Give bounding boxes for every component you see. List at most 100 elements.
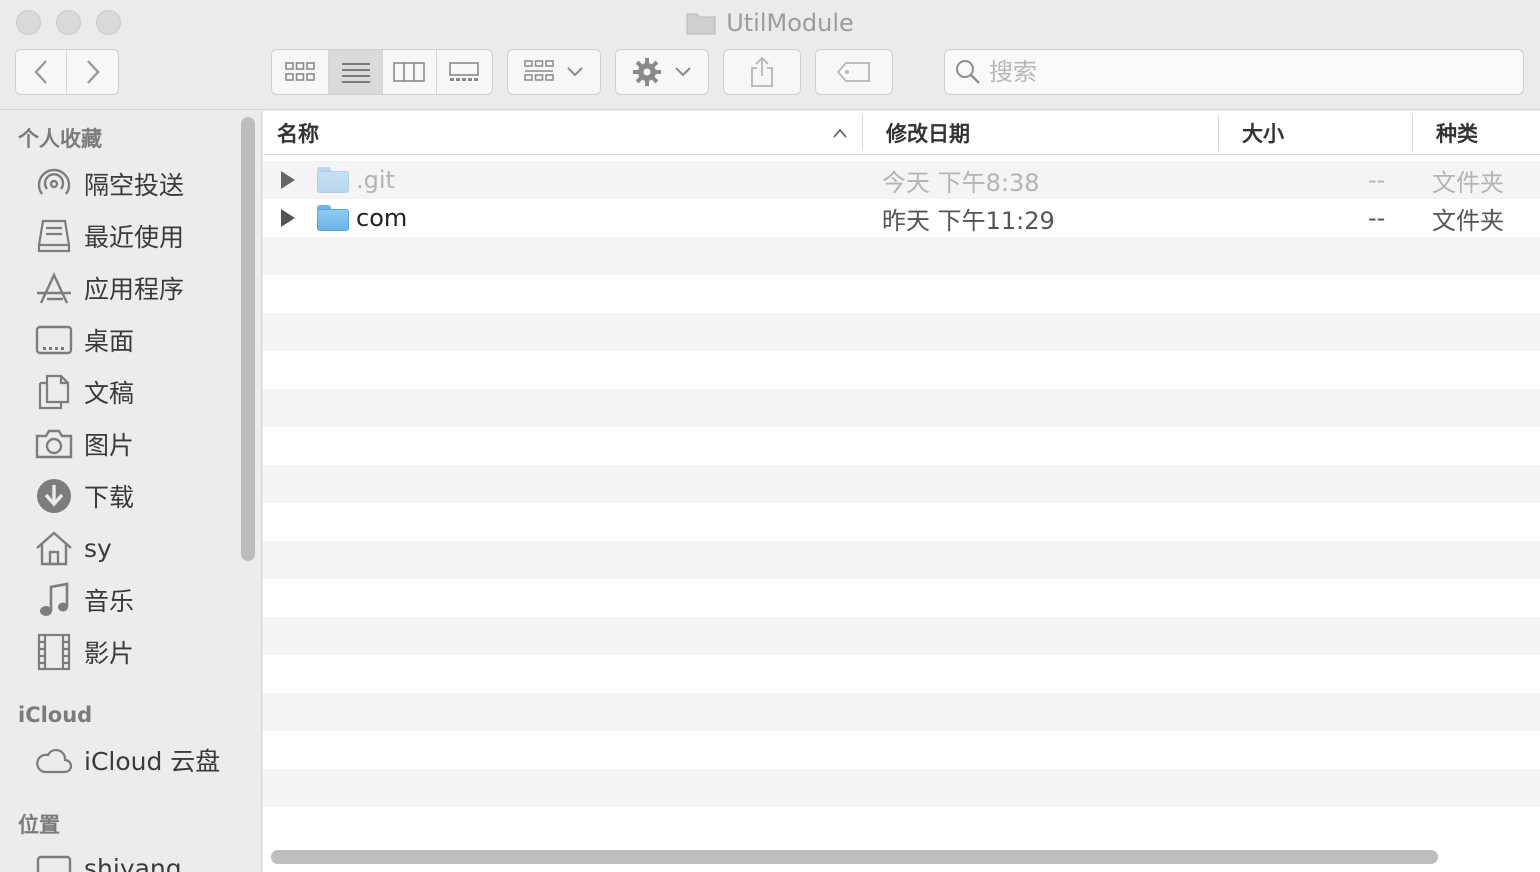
sort-ascending-icon xyxy=(833,128,847,138)
documents-icon xyxy=(38,374,70,410)
search-icon xyxy=(956,60,980,84)
empty-row xyxy=(263,807,1540,845)
sidebar-item-pictures[interactable]: 图片 xyxy=(0,421,240,467)
airdrop-icon xyxy=(37,168,71,195)
sidebar-item-airdrop[interactable]: 隔空投送 xyxy=(0,161,240,207)
sidebar-item-label: sy xyxy=(84,533,112,563)
empty-row xyxy=(263,275,1540,313)
share-button[interactable] xyxy=(723,49,801,95)
film-icon xyxy=(37,633,71,671)
disclosure-triangle-icon[interactable] xyxy=(281,209,295,227)
empty-row xyxy=(263,503,1540,541)
chevron-left-icon xyxy=(34,60,47,84)
column-header-kind-label: 种类 xyxy=(1436,122,1478,146)
empty-row xyxy=(263,769,1540,807)
empty-row xyxy=(263,465,1540,503)
back-button[interactable] xyxy=(16,50,68,94)
desktop-icon xyxy=(35,325,73,355)
disk-icon xyxy=(36,855,72,872)
horizontal-scrollbar[interactable] xyxy=(271,850,1438,864)
empty-row xyxy=(263,351,1540,389)
chevron-down-icon xyxy=(675,67,691,77)
empty-row xyxy=(263,617,1540,655)
table-row[interactable]: com 昨天 下午11:29 -- 文件夹 xyxy=(263,199,1540,237)
music-icon xyxy=(40,582,69,616)
column-header-kind[interactable]: 种类 xyxy=(1436,111,1478,155)
empty-row xyxy=(263,541,1540,579)
sidebar-scrollbar[interactable] xyxy=(241,117,255,561)
column-header-size-label: 大小 xyxy=(1242,122,1284,146)
sidebar-item-label: 图片 xyxy=(84,431,135,460)
window-title-text: UtilModule xyxy=(726,9,854,37)
row-size: -- xyxy=(1368,204,1386,232)
navigation-buttons xyxy=(15,49,119,95)
sidebar-header-locations: 位置 xyxy=(18,813,60,837)
recents-icon xyxy=(37,219,71,253)
sidebar-header-favorites: 个人收藏 xyxy=(18,127,102,151)
row-name: com xyxy=(356,204,408,232)
group-icon xyxy=(524,60,554,81)
tag-button[interactable] xyxy=(815,49,893,95)
column-view-button[interactable] xyxy=(383,50,437,94)
sidebar-item-label: 应用程序 xyxy=(84,275,185,304)
sidebar-item-label: 音乐 xyxy=(84,587,135,616)
sidebar-item-home[interactable]: sy xyxy=(0,525,240,571)
column-header-name-label: 名称 xyxy=(277,122,319,146)
empty-row xyxy=(263,731,1540,769)
list-view-icon xyxy=(341,63,370,83)
toolbar: UtilModule xyxy=(0,0,1540,110)
search-input[interactable] xyxy=(989,58,1489,86)
column-header-size[interactable]: 大小 xyxy=(1242,111,1284,155)
sidebar-item-movies[interactable]: 影片 xyxy=(0,629,240,675)
sidebar-item-label: 下载 xyxy=(84,483,135,512)
row-kind: 文件夹 xyxy=(1432,206,1504,235)
gallery-view-icon xyxy=(449,62,480,81)
forward-button[interactable] xyxy=(67,50,118,94)
row-kind: 文件夹 xyxy=(1432,168,1504,197)
sidebar-item-documents[interactable]: 文稿 xyxy=(0,369,240,415)
column-header-date[interactable]: 修改日期 xyxy=(886,111,970,155)
home-icon xyxy=(36,531,72,566)
column-divider[interactable] xyxy=(1412,115,1413,151)
sidebar-item-recents[interactable]: 最近使用 xyxy=(0,213,240,259)
empty-row xyxy=(263,655,1540,693)
row-date: 今天 下午8:38 xyxy=(882,168,1040,197)
icon-view-icon xyxy=(285,62,316,81)
file-list: 名称 修改日期 大小 种类 .git 今天 下午8:38 -- 文件夹 com … xyxy=(263,111,1540,872)
gallery-view-button[interactable] xyxy=(437,50,492,94)
chevron-right-icon xyxy=(86,60,100,84)
column-divider[interactable] xyxy=(1218,115,1219,151)
group-button[interactable] xyxy=(507,49,601,95)
sidebar-item-disk[interactable]: shiyang xyxy=(0,845,240,872)
empty-row xyxy=(263,427,1540,465)
sidebar-item-applications[interactable]: 应用程序 xyxy=(0,265,240,311)
search-field[interactable] xyxy=(944,49,1524,95)
row-size: -- xyxy=(1368,166,1386,194)
sidebar-item-downloads[interactable]: 下载 xyxy=(0,473,240,519)
empty-row xyxy=(263,313,1540,351)
download-icon xyxy=(37,479,71,513)
column-divider[interactable] xyxy=(862,115,863,151)
list-view-button[interactable] xyxy=(329,50,383,94)
sidebar-item-label: 文稿 xyxy=(84,379,135,408)
sidebar-header-icloud: iCloud xyxy=(18,703,93,727)
sidebar-item-desktop[interactable]: 桌面 xyxy=(0,317,240,363)
action-button[interactable] xyxy=(615,49,709,95)
empty-row xyxy=(263,237,1540,275)
sidebar-item-music[interactable]: 音乐 xyxy=(0,577,240,623)
sidebar-item-label: 桌面 xyxy=(84,327,135,356)
column-header-row: 名称 修改日期 大小 种类 xyxy=(263,111,1540,155)
view-mode-selector xyxy=(271,49,493,95)
row-name: .git xyxy=(356,166,395,194)
icon-view-button[interactable] xyxy=(272,50,330,94)
column-view-icon xyxy=(393,62,426,82)
table-row[interactable]: .git 今天 下午8:38 -- 文件夹 xyxy=(263,161,1540,199)
camera-icon xyxy=(35,429,73,459)
column-header-name[interactable]: 名称 xyxy=(277,111,862,155)
gear-icon xyxy=(633,58,661,86)
sidebar-item-label: 隔空投送 xyxy=(84,171,185,200)
sidebar-item-icloud-drive[interactable]: iCloud 云盘 xyxy=(0,737,240,783)
empty-row xyxy=(263,579,1540,617)
disclosure-triangle-icon[interactable] xyxy=(281,171,295,189)
chevron-down-icon xyxy=(567,67,583,77)
